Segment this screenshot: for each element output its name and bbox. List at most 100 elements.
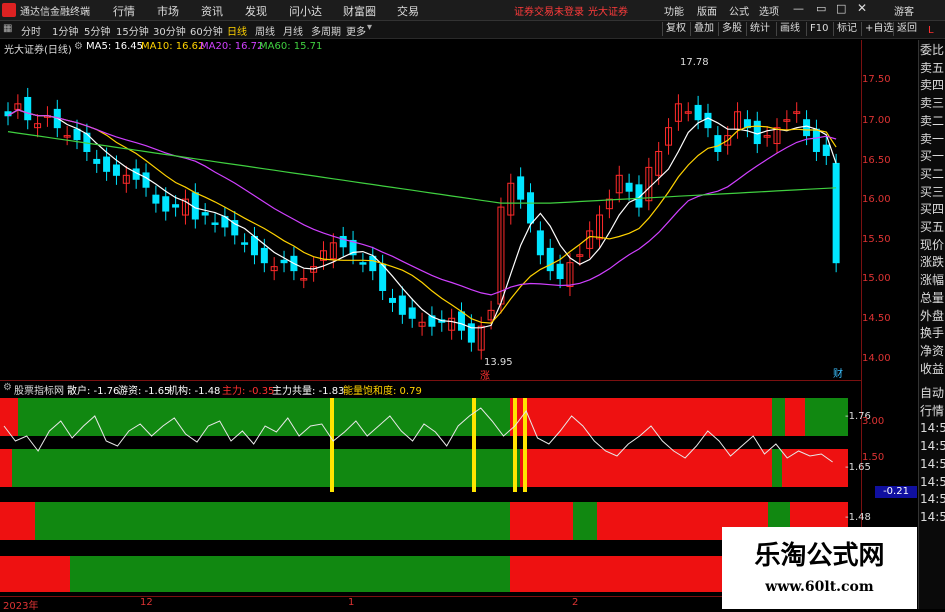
- high-price-label: 17.78: [680, 57, 709, 68]
- menu-xuanxiang[interactable]: 选项: [759, 3, 779, 18]
- tab-more[interactable]: 更多: [346, 23, 366, 38]
- quote-field[interactable]: 买一: [920, 148, 945, 165]
- quote-field[interactable]: 涨幅: [920, 272, 945, 289]
- quote-field[interactable]: 卖四: [920, 77, 945, 94]
- menu-gongshi[interactable]: 公式: [729, 3, 749, 18]
- candle-body: [162, 196, 170, 212]
- price-tick: 14.00: [862, 353, 891, 364]
- quote-field[interactable]: 收益: [920, 361, 945, 378]
- tab-60min[interactable]: 60分钟: [190, 23, 223, 38]
- quote-field[interactable]: 买五: [920, 219, 945, 236]
- quote-field[interactable]: 买三: [920, 184, 945, 201]
- quote-field[interactable]: 卖一: [920, 131, 945, 148]
- quote-field[interactable]: 总量: [920, 290, 945, 307]
- close-icon[interactable]: ✕: [857, 1, 867, 15]
- menu-zixun[interactable]: 资讯: [201, 3, 223, 19]
- menu-faxian[interactable]: 发现: [245, 3, 267, 19]
- chart-icon[interactable]: ▦: [3, 23, 12, 34]
- candle-body: [398, 295, 406, 315]
- quote-field[interactable]: 外盘: [920, 308, 945, 325]
- candle-body: [694, 104, 702, 121]
- quote-side-panel: L 委比 卖五 卖四 卖三 卖二 卖一 买一 买二 买三 买四 买五 现价 涨跌 涨幅 总量 外盘 换手 净资 收益…: [918, 25, 945, 609]
- indicator-band-segment: [12, 449, 520, 487]
- tick-row: 14:50: [920, 421, 945, 436]
- app-title: 通达信金融终端: [20, 7, 90, 18]
- candle-body: [625, 182, 633, 192]
- btn-tongji[interactable]: 统计: [746, 22, 773, 36]
- tab-5min[interactable]: 5分钟: [84, 23, 110, 38]
- menu-banmian[interactable]: 版面: [697, 3, 717, 18]
- jigou-value: -1.48: [845, 512, 871, 523]
- price-tick: 16.50: [862, 155, 891, 166]
- ma60-label: MA60: 15.71: [259, 41, 323, 52]
- broker-name: 光大证券: [588, 7, 628, 18]
- candle-body: [260, 247, 268, 264]
- panel-toggle[interactable]: L: [928, 25, 934, 36]
- indicator-band-segment: [510, 502, 573, 540]
- menu-hangqing[interactable]: 行情: [113, 3, 135, 19]
- candle-body: [408, 307, 416, 319]
- login-notice[interactable]: 证券交易未登录: [514, 3, 584, 18]
- candlestick-chart[interactable]: [0, 54, 862, 379]
- candle-body: [142, 172, 150, 188]
- btn-back[interactable]: 返回: [893, 22, 920, 36]
- price-tick: 17.50: [862, 74, 891, 85]
- price-tick: 16.00: [862, 194, 891, 205]
- quote-field[interactable]: 买二: [920, 166, 945, 183]
- menu-wenxiaoda[interactable]: 问小达: [289, 3, 322, 19]
- quote-field[interactable]: 涨跌: [920, 254, 945, 271]
- tab-fenshi[interactable]: 分时: [21, 23, 41, 38]
- signal-bar: [330, 398, 334, 492]
- btn-diejia[interactable]: 叠加: [690, 22, 717, 36]
- restore-icon[interactable]: ▭: [816, 2, 826, 15]
- date-tick: 2023年: [3, 601, 39, 612]
- indicator-band-segment: [573, 502, 597, 540]
- tab-30min[interactable]: 30分钟: [153, 23, 186, 38]
- indicator-band-segment: [70, 556, 510, 592]
- indicator-band-segment: [772, 398, 785, 436]
- guest-label[interactable]: 游客: [894, 3, 914, 18]
- quote-field[interactable]: 委比: [920, 42, 945, 59]
- tick-row: 14:50: [920, 456, 945, 471]
- quote-field[interactable]: 换手: [920, 325, 945, 342]
- candle-body: [250, 235, 258, 256]
- minimize-icon[interactable]: —: [793, 2, 804, 15]
- tab-daily[interactable]: 日线: [227, 23, 247, 38]
- current-value-badge: -0.21: [875, 486, 917, 498]
- ma-settings-icon[interactable]: ⚙: [74, 41, 83, 52]
- financial-marker[interactable]: 财: [833, 365, 843, 380]
- quote-field[interactable]: 净资: [920, 343, 945, 360]
- tab-multi-period[interactable]: 多周期: [311, 23, 341, 38]
- menu-gongneng[interactable]: 功能: [664, 3, 684, 18]
- jigou-label: 机构: -1.48: [168, 386, 221, 397]
- quote-field[interactable]: 卖五: [920, 60, 945, 77]
- tab-monthly[interactable]: 月线: [283, 23, 303, 38]
- quote-field[interactable]: 买四: [920, 201, 945, 218]
- btn-f10[interactable]: F10: [806, 22, 831, 36]
- candle-body: [24, 96, 32, 121]
- quote-field[interactable]: 卖三: [920, 95, 945, 112]
- menu-caifuquan[interactable]: 财富圈: [343, 3, 376, 19]
- btn-add-watchlist[interactable]: +自选: [861, 22, 896, 36]
- watermark-title: 乐淘公式网: [754, 541, 885, 571]
- energy-saturation-label: 能量饱和度: 0.79: [343, 386, 422, 397]
- candle-body: [388, 297, 396, 303]
- indicator-settings-icon[interactable]: ⚙: [3, 382, 12, 393]
- quote-field[interactable]: 现价: [920, 237, 945, 254]
- indicator-tick: 3.00: [862, 416, 885, 427]
- btn-fuquan[interactable]: 复权: [662, 22, 689, 36]
- candle-body: [93, 158, 101, 164]
- dropdown-arrow-icon[interactable]: ▾: [367, 22, 372, 33]
- btn-duogu[interactable]: 多股: [718, 22, 745, 36]
- btn-huaxian[interactable]: 画线: [776, 22, 803, 36]
- tab-1min[interactable]: 1分钟: [52, 23, 78, 38]
- tab-weekly[interactable]: 周线: [255, 23, 275, 38]
- tab-15min[interactable]: 15分钟: [116, 23, 149, 38]
- menu-shichang[interactable]: 市场: [157, 3, 179, 19]
- quote-field[interactable]: 卖二: [920, 113, 945, 130]
- menu-jiaoyi[interactable]: 交易: [397, 3, 419, 19]
- btn-biaoji[interactable]: 标记: [833, 22, 860, 36]
- watermark-url: www.60lt.com: [765, 579, 874, 595]
- maximize-icon[interactable]: □: [836, 2, 846, 15]
- ma10-label: MA10: 16.62: [141, 41, 205, 52]
